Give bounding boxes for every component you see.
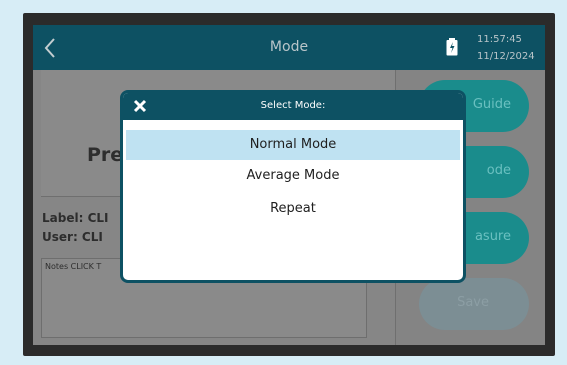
clock-time: 11:57:45 [477,34,522,45]
clock: 11:57:45 11/12/2024 [477,31,535,65]
option-average-mode[interactable]: Average Mode [126,161,460,191]
clock-date: 11/12/2024 [477,51,535,62]
save-button-label: Save [457,295,489,310]
battery-icon [446,38,458,56]
option-normal-mode[interactable]: Normal Mode [126,130,460,160]
heading-text: Pre [87,144,124,166]
select-mode-dialog: Select Mode: Normal Mode Average Mode Re… [120,90,466,283]
dialog-title: Select Mode: [260,100,326,111]
measure-button-label: asure [474,229,511,244]
guide-button-label: Guide [472,97,511,112]
page-title: Mode [269,39,309,55]
top-bar: Mode 11:57:45 11/12/2024 [33,25,545,70]
save-button[interactable]: Save [419,278,529,330]
user-line: User: CLI [42,230,103,244]
notes-text: Notes CLICK T [45,262,102,271]
dialog-header: Select Mode: [123,93,463,120]
device-screen: Mode 11:57:45 11/12/2024 Pre Label: CLI … [33,25,545,345]
label-line: Label: CLI [42,211,109,225]
mode-button-label: ode [486,163,511,178]
option-repeat[interactable]: Repeat [126,194,460,224]
